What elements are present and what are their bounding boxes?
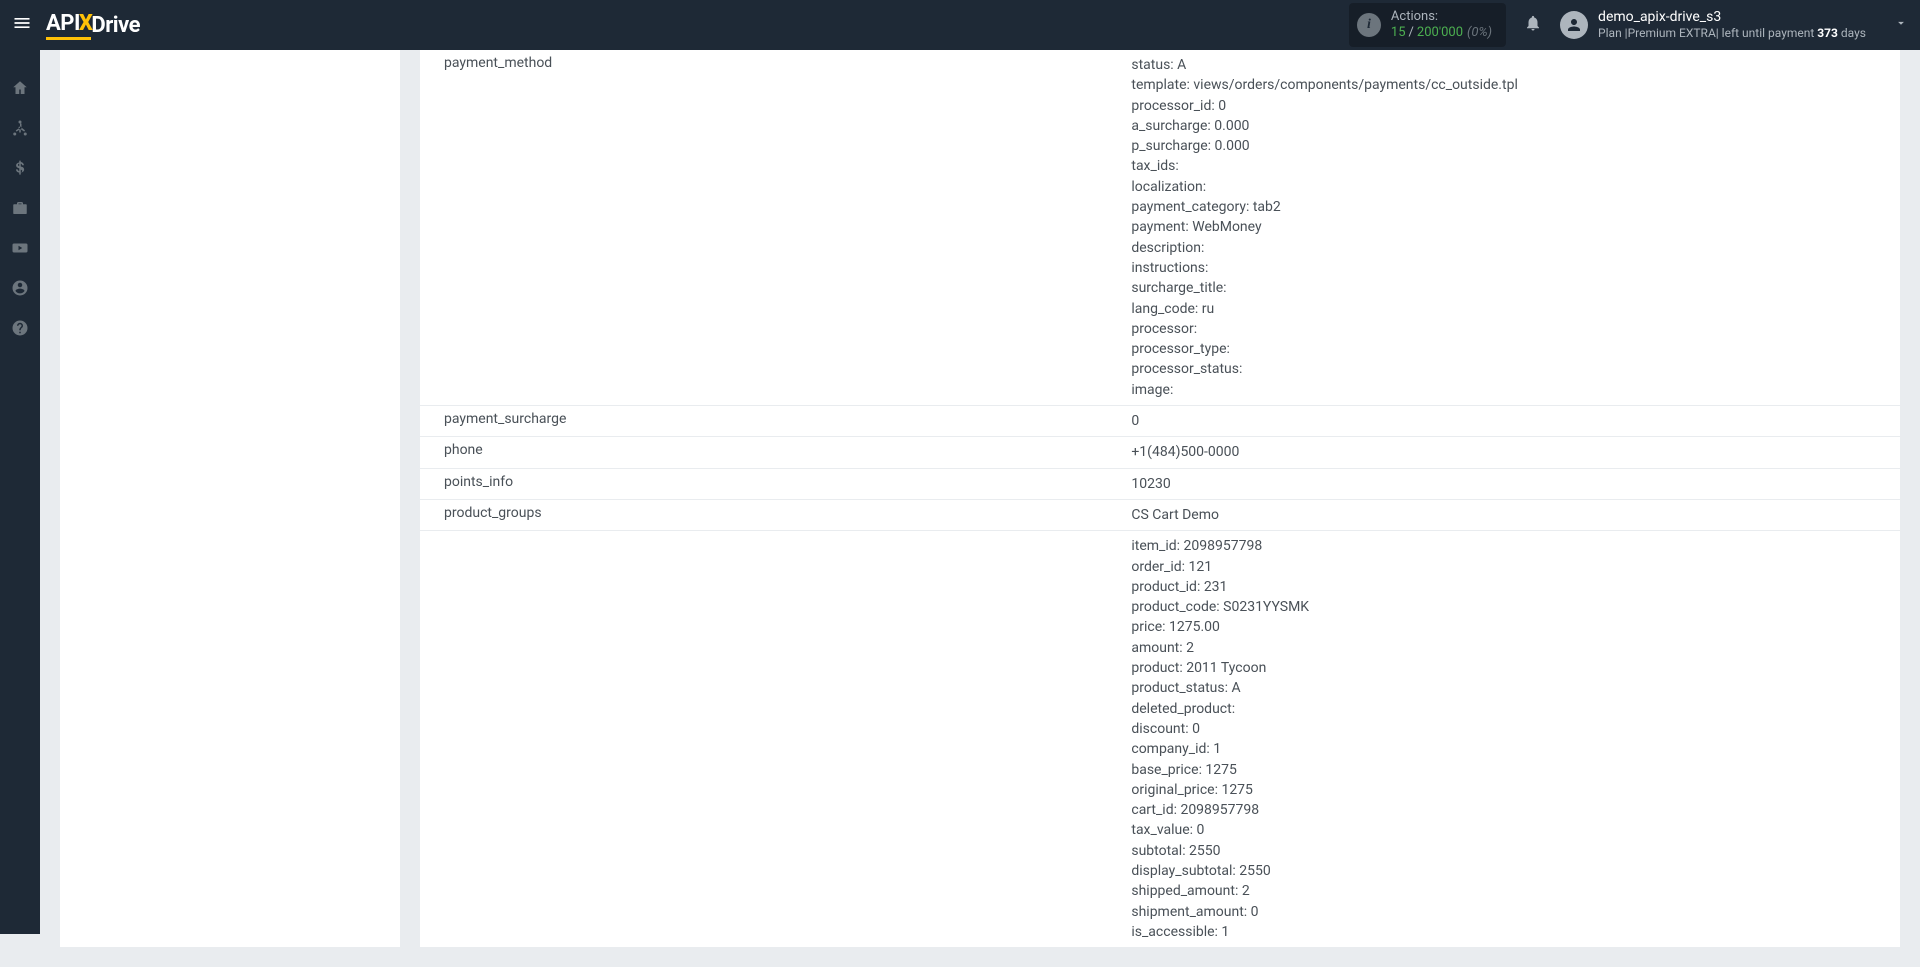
- menu-toggle-icon[interactable]: [12, 13, 32, 38]
- logo-part-drive: Drive: [91, 13, 140, 38]
- user-name: demo_apix-drive_s3: [1598, 9, 1866, 26]
- sidebar-item-home[interactable]: [0, 68, 40, 108]
- data-row: payment_methodstatus: A template: views/…: [420, 50, 1900, 406]
- sidebar-item-help[interactable]: [0, 308, 40, 348]
- content-area: payment_methodstatus: A template: views/…: [40, 50, 1920, 967]
- bell-icon[interactable]: [1524, 14, 1542, 37]
- data-key: product_groups: [444, 505, 1131, 525]
- chevron-down-icon: [1894, 16, 1908, 34]
- data-value: item_id: 2098957798 order_id: 121 produc…: [1131, 536, 1876, 942]
- actions-total: 200'000: [1417, 25, 1463, 41]
- data-key: points_info: [444, 474, 1131, 494]
- info-icon: i: [1357, 13, 1381, 37]
- left-panel: [60, 50, 400, 947]
- data-value: 0: [1131, 411, 1876, 431]
- logo-part-x: X: [79, 11, 93, 36]
- actions-label: Actions:: [1391, 9, 1492, 25]
- logo[interactable]: APIX Drive: [46, 11, 140, 40]
- actions-used: 15: [1391, 25, 1406, 41]
- data-row: item_id: 2098957798 order_id: 121 produc…: [420, 531, 1900, 947]
- sidebar-item-video[interactable]: [0, 228, 40, 268]
- sidebar-item-briefcase[interactable]: [0, 188, 40, 228]
- data-value: +1(484)500-0000: [1131, 442, 1876, 462]
- data-value: 10230: [1131, 474, 1876, 494]
- actions-percent: (0%): [1467, 25, 1492, 41]
- sidebar-item-billing[interactable]: [0, 148, 40, 188]
- data-value: CS Cart Demo: [1131, 505, 1876, 525]
- sidebar: [0, 50, 40, 934]
- user-menu[interactable]: demo_apix-drive_s3 Plan |Premium EXTRA| …: [1560, 9, 1908, 40]
- main-panel: payment_methodstatus: A template: views/…: [420, 50, 1900, 947]
- actions-slash: /: [1409, 25, 1414, 41]
- avatar-icon: [1560, 11, 1588, 39]
- data-key: payment_method: [444, 55, 1131, 71]
- data-value: status: A template: views/orders/compone…: [1131, 55, 1876, 400]
- data-key: phone: [444, 442, 1131, 462]
- data-row: points_info10230: [420, 469, 1900, 500]
- data-row: payment_surcharge0: [420, 406, 1900, 437]
- topbar: APIX Drive i Actions: 15 / 200'000 (0%) …: [0, 0, 1920, 50]
- user-plan: Plan |Premium EXTRA| left until payment …: [1598, 26, 1866, 40]
- data-row: phone+1(484)500-0000: [420, 437, 1900, 468]
- data-row: product_groupsCS Cart Demo: [420, 500, 1900, 531]
- logo-part-api: API: [46, 11, 80, 36]
- sidebar-item-connections[interactable]: [0, 108, 40, 148]
- sidebar-item-account[interactable]: [0, 268, 40, 308]
- actions-counter[interactable]: i Actions: 15 / 200'000 (0%): [1349, 3, 1506, 46]
- data-key: payment_surcharge: [444, 411, 1131, 431]
